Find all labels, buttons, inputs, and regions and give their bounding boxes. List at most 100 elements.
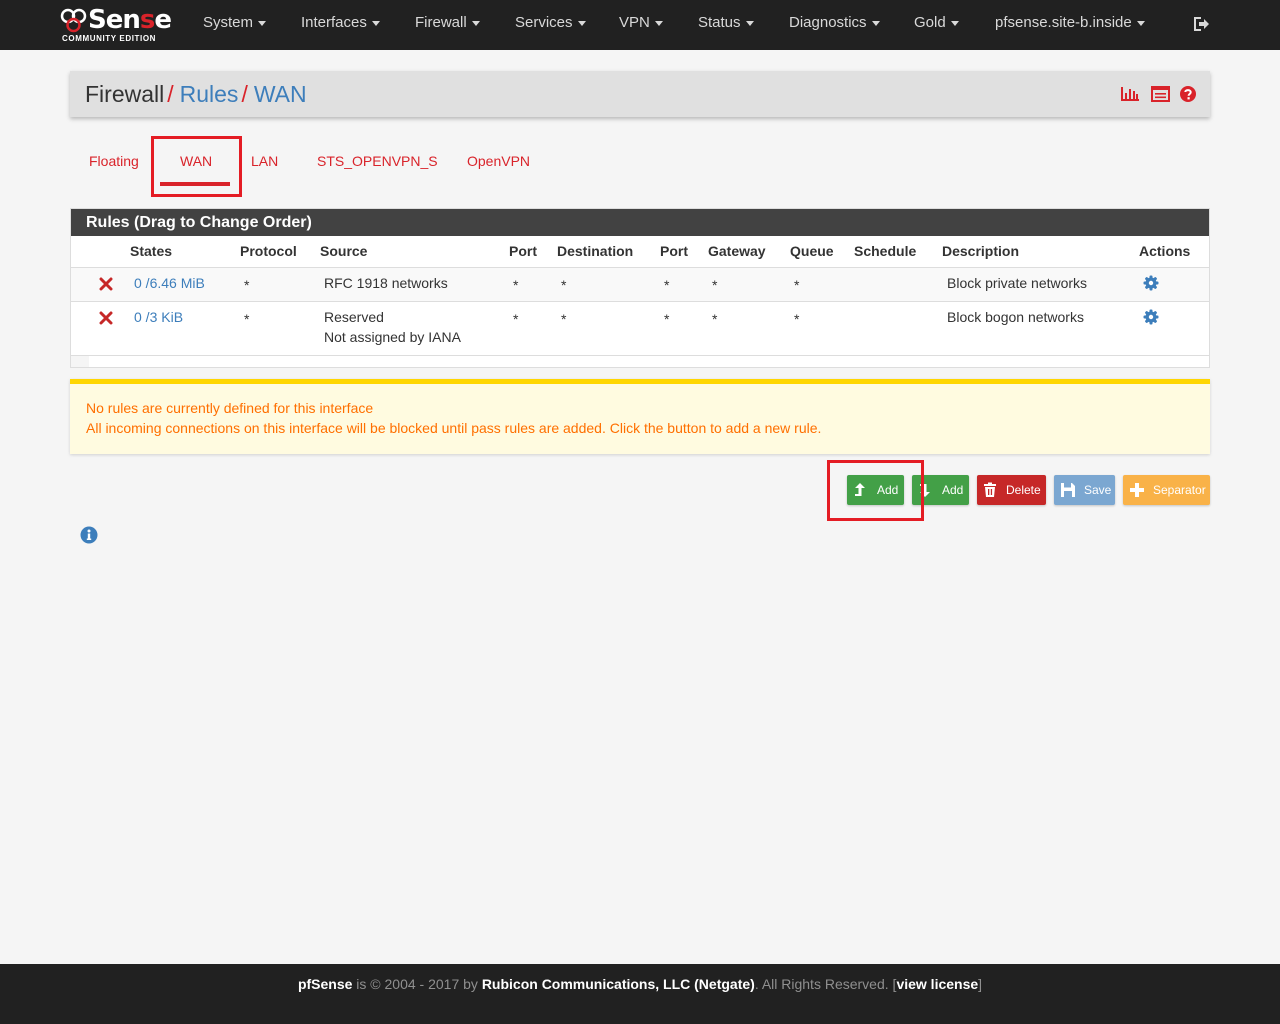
breadcrumb: Firewall / Rules / WAN (85, 81, 307, 107)
nav-menu-status[interactable]: Status (698, 0, 754, 50)
breadcrumb-separator: / (241, 81, 248, 107)
separator-button[interactable]: Separator (1123, 475, 1210, 505)
rule-description: Block bogon networks (947, 309, 1084, 325)
bar-chart-icon[interactable] (1120, 85, 1140, 103)
col-header-schedule: Schedule (854, 243, 917, 259)
separator-label: Separator (1153, 483, 1206, 497)
delete-button[interactable]: Delete (977, 475, 1046, 505)
nav-menu-firewall[interactable]: Firewall (415, 0, 480, 50)
help-icon[interactable] (1179, 85, 1197, 103)
nav-menu-services[interactable]: Services (515, 0, 586, 50)
rule-description: Block private networks (947, 275, 1088, 291)
rule-queue: * (794, 311, 800, 327)
rule-gateway: * (712, 277, 718, 293)
rule-destination: * (561, 277, 567, 293)
breadcrumb-rules-link[interactable]: Rules (180, 81, 239, 107)
caret-down-icon (258, 20, 267, 26)
rules-panel-title: Rules (Drag to Change Order) (71, 209, 1209, 236)
col-header-source: Source (320, 243, 368, 259)
footer-license-link[interactable]: view license (896, 976, 978, 992)
rule-protocol: * (244, 277, 250, 293)
col-header-queue: Queue (790, 243, 834, 259)
footer-brand[interactable]: pfSense (298, 976, 352, 992)
breadcrumb-separator: / (167, 81, 174, 107)
nav-menu-gold[interactable]: Gold (914, 0, 959, 50)
rule-source-detail: Not assigned by IANA (324, 329, 461, 345)
row-divider (71, 301, 1209, 302)
rule-port: * (513, 311, 519, 327)
no-rules-warning: No rules are currently defined for this … (70, 379, 1210, 454)
block-x-icon[interactable] (99, 277, 113, 291)
footer-copyright: is © 2004 - 2017 by (352, 976, 482, 992)
nav-menu-system[interactable]: System (203, 0, 267, 50)
footer-bracket: ] (978, 976, 983, 992)
add-bottom-label: Add (942, 483, 964, 497)
gear-icon[interactable] (1143, 275, 1159, 291)
rule-dest-port: * (664, 277, 670, 293)
caret-down-icon (871, 20, 880, 26)
tab-lan[interactable]: LAN (251, 153, 278, 169)
rule-protocol: * (244, 311, 250, 327)
caret-down-icon (1136, 20, 1145, 26)
breadcrumb-panel: Firewall / Rules / WAN (70, 71, 1210, 117)
tab-openvpn[interactable]: OpenVPN (467, 153, 530, 169)
delete-label: Delete (1006, 483, 1041, 497)
table-bottom-divider (71, 355, 1209, 356)
col-header-dest-port: Port (660, 243, 688, 259)
col-header-gateway: Gateway (708, 243, 766, 259)
col-header-actions: Actions (1139, 243, 1191, 259)
rule-states-link[interactable]: 0 /3 KiB (134, 309, 183, 325)
col-header-description: Description (942, 243, 1020, 259)
footer-company-link[interactable]: Rubicon Communications, LLC (Netgate) (482, 976, 755, 992)
tab-sts-openvpn[interactable]: STS_OPENVPN_S (317, 153, 438, 169)
breadcrumb-firewall: Firewall (85, 81, 165, 107)
gear-icon[interactable] (1143, 309, 1159, 325)
logo-edition: COMMUNITY EDITION (62, 34, 157, 43)
pfsense-logo[interactable]: Sense COMMUNITY EDITION (60, 5, 172, 45)
caret-down-icon (577, 20, 586, 26)
rule-source: Reserved (324, 309, 384, 325)
col-header-destination: Destination (557, 243, 634, 259)
caret-down-icon (371, 20, 380, 26)
logo-rings-icon (60, 8, 87, 33)
nav-menu-vpn[interactable]: VPN (619, 0, 663, 50)
caret-down-icon (471, 20, 480, 26)
warning-line-2: All incoming connections on this interfa… (86, 420, 822, 436)
nav-menu-diagnostics[interactable]: Diagnostics (789, 0, 880, 50)
footer-rights: . All Rights Reserved. [ (754, 976, 897, 992)
info-icon[interactable] (80, 526, 98, 544)
footer: pfSense is © 2004 - 2017 by Rubicon Comm… (0, 964, 1280, 1024)
add-button-highlight (827, 460, 924, 521)
trash-icon (984, 482, 996, 497)
nav-menu-hostname[interactable]: pfsense.site-b.inside (995, 0, 1145, 50)
rules-panel: Rules (Drag to Change Order) States Prot… (70, 208, 1210, 368)
log-list-icon[interactable] (1151, 85, 1170, 103)
rule-dest-port: * (664, 311, 670, 327)
floppy-disk-icon (1061, 483, 1075, 497)
footer-text: pfSense is © 2004 - 2017 by Rubicon Comm… (0, 976, 1280, 992)
wan-tab-highlight (151, 136, 242, 197)
save-button[interactable]: Save (1054, 475, 1115, 505)
caret-down-icon (950, 20, 959, 26)
breadcrumb-wan-link[interactable]: WAN (254, 81, 307, 107)
caret-down-icon (745, 20, 754, 26)
rule-queue: * (794, 277, 800, 293)
table-scroll-gutter (71, 355, 89, 367)
nav-menu-interfaces[interactable]: Interfaces (301, 0, 380, 50)
col-header-states: States (130, 243, 173, 259)
save-label: Save (1084, 483, 1112, 497)
warning-line-1: No rules are currently defined for this … (86, 400, 374, 416)
top-navbar: Sense COMMUNITY EDITION System Interface… (0, 0, 1280, 50)
col-header-protocol: Protocol (240, 243, 297, 259)
plus-icon (1130, 483, 1144, 497)
logout-icon[interactable] (1192, 15, 1210, 33)
tab-floating[interactable]: Floating (89, 153, 139, 169)
rule-port: * (513, 277, 519, 293)
rule-destination: * (561, 311, 567, 327)
rule-gateway: * (712, 311, 718, 327)
logo-wordmark: Sense (88, 5, 172, 35)
rule-states-link[interactable]: 0 /6.46 MiB (134, 275, 205, 291)
rule-source: RFC 1918 networks (324, 275, 448, 291)
block-x-icon[interactable] (99, 311, 113, 325)
col-header-port: Port (509, 243, 537, 259)
